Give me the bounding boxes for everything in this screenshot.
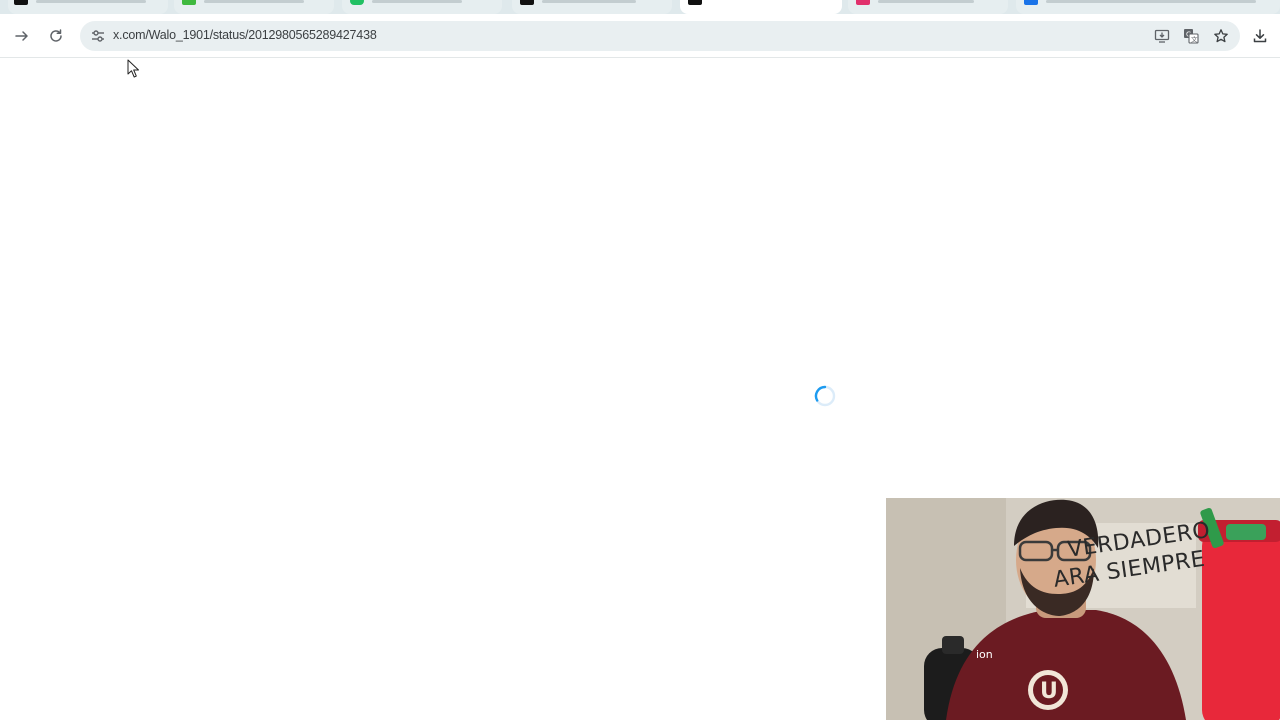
download-icon	[1253, 29, 1267, 43]
green-square-icon	[182, 0, 196, 5]
green-circle-icon	[350, 0, 364, 5]
site-info-icon	[92, 30, 104, 42]
tab-green[interactable]	[174, 0, 334, 14]
blue-square-icon	[1024, 0, 1038, 5]
mouse-cursor-icon	[127, 59, 141, 79]
browser-toolbar: x.com/Walo_1901/status/20129805652894274…	[0, 14, 1280, 58]
x-icon	[14, 0, 28, 5]
download-button[interactable]	[1244, 20, 1276, 52]
url-text[interactable]: x.com/Walo_1901/status/20129805652894274…	[113, 28, 377, 42]
install-app-icon	[1154, 29, 1170, 43]
forward-button[interactable]	[6, 20, 38, 52]
tab-title	[372, 0, 462, 3]
tab-whatsapp[interactable]	[342, 0, 502, 14]
x-icon	[688, 0, 702, 5]
svg-text:U: U	[1040, 679, 1058, 704]
tab-title	[542, 0, 636, 3]
tab-title	[1046, 0, 1256, 3]
shirt-text: ion	[976, 648, 993, 661]
webcam-scene: U	[886, 498, 1280, 720]
instagram-icon	[856, 0, 870, 5]
install-app-button[interactable]	[1151, 25, 1173, 47]
black-square-icon	[520, 0, 534, 5]
tab-x-1[interactable]	[8, 0, 168, 14]
site-info-button[interactable]	[86, 24, 110, 48]
reload-icon	[50, 29, 62, 42]
loading-spinner-icon	[814, 385, 836, 407]
svg-text:文: 文	[1191, 35, 1198, 44]
tab-title	[36, 0, 146, 3]
reload-button[interactable]	[40, 20, 72, 52]
tab-black[interactable]	[512, 0, 672, 14]
translate-button[interactable]: G 文	[1180, 25, 1202, 47]
forward-icon	[15, 31, 28, 41]
address-bar[interactable]: x.com/Walo_1901/status/20129805652894274…	[80, 21, 1240, 51]
tab-strip	[0, 0, 1280, 14]
bookmark-button[interactable]	[1210, 25, 1232, 47]
tab-x-active[interactable]	[680, 0, 842, 14]
webcam-overlay: U VERDADERO ARA SIEMPRE ion	[886, 498, 1280, 720]
translate-icon: G 文	[1184, 29, 1199, 44]
tab-title	[878, 0, 974, 3]
bookmark-star-icon	[1214, 29, 1228, 43]
tab-blue[interactable]	[1016, 0, 1280, 14]
tab-instagram[interactable]	[848, 0, 1008, 14]
tab-title	[204, 0, 304, 3]
